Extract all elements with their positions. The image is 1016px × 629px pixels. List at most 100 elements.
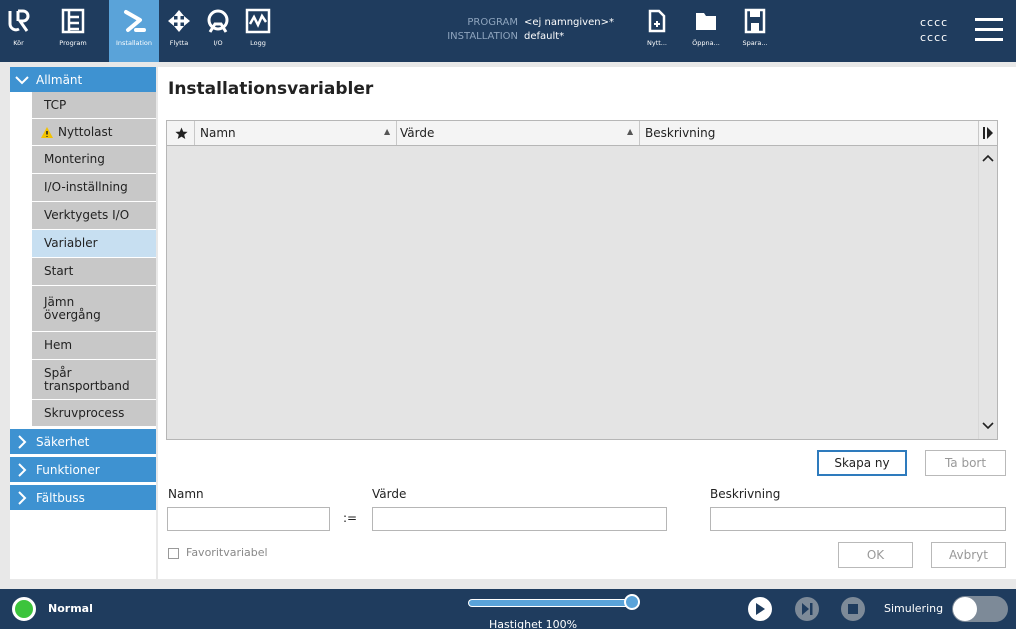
main-panel: Installationsvariabler Namn ▲ Värde ▲ Be… [158, 67, 1016, 579]
nav-move[interactable]: Flytta [160, 0, 198, 62]
sort-asc-icon[interactable]: ▲ [627, 127, 633, 136]
save-icon [744, 8, 766, 34]
collapse-panel-icon[interactable] [983, 121, 993, 145]
open-label: Öppna... [692, 39, 720, 47]
sidebar-item-mounting[interactable]: Montering [32, 146, 156, 174]
sidebar-item-label: Start [44, 264, 74, 278]
nav-log[interactable]: Logg [238, 0, 278, 62]
program-name: <ej namngiven>* [524, 17, 614, 28]
name-input[interactable] [167, 507, 330, 531]
new-button[interactable]: Nytt... [636, 0, 678, 62]
sidebar-item-label: Nyttolast [58, 124, 113, 139]
table-scrollbar[interactable] [978, 146, 997, 439]
create-new-button[interactable]: Skapa ny [817, 450, 907, 476]
nav-log-label: Logg [250, 39, 266, 47]
nav-io-label: I/O [213, 39, 223, 47]
play-button[interactable] [748, 597, 772, 621]
chevron-right-icon [14, 462, 30, 477]
sidebar-item-conveyor-tracking[interactable]: Spår transportband [32, 360, 156, 400]
robot-line-1: cccc [920, 16, 949, 29]
nav-run-label: Kör [13, 39, 24, 47]
delete-button[interactable]: Ta bort [925, 450, 1006, 476]
nav-program[interactable]: Program [38, 0, 108, 62]
description-field-label: Beskrivning [710, 487, 781, 501]
assign-operator: := [343, 511, 358, 525]
sidebar-item-startup[interactable]: Start [32, 258, 156, 286]
nav-move-label: Flytta [169, 39, 189, 47]
installation-arm-icon [124, 10, 146, 32]
open-button[interactable]: Öppna... [685, 0, 727, 62]
sidebar-item-tcp[interactable]: TCP [32, 92, 156, 119]
favorite-checkbox[interactable] [168, 548, 179, 559]
section-fieldbus-label: Fältbuss [36, 490, 85, 505]
speed-label: Hastighet 100% [489, 618, 578, 629]
io-icon [207, 9, 229, 33]
step-button[interactable] [795, 597, 819, 621]
scroll-down-icon[interactable] [982, 422, 994, 430]
sidebar-item-label: I/O-inställning [44, 180, 128, 194]
value-input[interactable] [372, 507, 667, 531]
section-fieldbus[interactable]: Fältbuss [10, 485, 156, 510]
play-icon [756, 603, 765, 615]
sidebar-item-label: Verktygets I/O [44, 208, 130, 222]
column-name-header[interactable]: Namn [200, 121, 236, 145]
speed-slider-knob[interactable] [624, 594, 640, 610]
section-general[interactable]: Allmänt [10, 67, 156, 92]
nav-io[interactable]: I/O [199, 0, 237, 62]
nav-installation-label: Installation [115, 39, 152, 47]
sidebar-item-label: Spår transportband [44, 365, 130, 393]
robot-line-2: cccc [920, 31, 949, 44]
sidebar-item-home[interactable]: Hem [32, 332, 156, 360]
value-field-label: Värde [372, 487, 407, 501]
sidebar-item-io-setup[interactable]: I/O-inställning [32, 174, 156, 202]
program-tree-icon [61, 8, 85, 34]
warning-icon [41, 126, 53, 138]
robot-status-indicator[interactable] [12, 597, 36, 621]
page-title: Installationsvariabler [168, 79, 374, 99]
move-arrows-icon [168, 10, 190, 32]
log-graph-icon [245, 8, 271, 34]
favorite-star-icon[interactable] [175, 121, 195, 145]
sidebar-item-payload[interactable]: Nyttolast [32, 119, 156, 146]
cancel-button[interactable]: Avbryt [931, 542, 1006, 568]
ok-button[interactable]: OK [838, 542, 913, 568]
sort-asc-icon[interactable]: ▲ [384, 127, 390, 136]
stop-button[interactable] [841, 597, 865, 621]
section-features[interactable]: Funktioner [10, 457, 156, 482]
new-label: Nytt... [646, 39, 667, 47]
program-info: PROGRAM <ej namngiven>* INSTALLATION defau… [440, 16, 614, 44]
scroll-up-icon[interactable] [982, 154, 994, 162]
sidebar-item-smooth-transition[interactable]: Jämn övergång [32, 286, 156, 332]
sidebar-item-tool-io[interactable]: Verktygets I/O [32, 202, 156, 230]
bottom-bar: Normal Hastighet 100% Simulering [0, 589, 1016, 629]
stop-icon [848, 604, 858, 614]
sidebar-item-screwdriving[interactable]: Skruvprocess [32, 400, 156, 427]
column-value-header[interactable]: Värde [400, 121, 434, 145]
sidebar-item-variables[interactable]: Variabler [32, 230, 156, 258]
description-input[interactable] [710, 507, 1006, 531]
section-safety[interactable]: Säkerhet [10, 429, 156, 454]
nav-run[interactable]: Kör [0, 0, 37, 62]
speed-slider-track[interactable] [468, 599, 632, 607]
sidebar-item-label: TCP [44, 97, 67, 112]
nav-installation[interactable]: Installation [109, 0, 159, 62]
table-header: Namn ▲ Värde ▲ Beskrivning [167, 121, 997, 146]
save-label: Spara... [742, 39, 768, 47]
section-features-label: Funktioner [36, 462, 100, 477]
sidebar-item-label: Skruvprocess [44, 405, 125, 420]
simulation-toggle[interactable] [952, 596, 1008, 622]
toggle-knob [953, 597, 977, 621]
section-general-label: Allmänt [36, 72, 83, 87]
nav-program-label: Program [59, 39, 87, 47]
chevron-down-icon [14, 75, 30, 85]
robot-status-text: Normal [48, 602, 93, 615]
program-key: PROGRAM [467, 17, 518, 28]
column-description-header[interactable]: Beskrivning [645, 121, 715, 145]
sidebar-item-label: Jämn övergång [44, 294, 101, 322]
favorite-checkbox-label: Favoritvariabel [186, 546, 268, 559]
installation-key: INSTALLATION [447, 31, 518, 42]
save-button[interactable]: Spara... [734, 0, 776, 62]
robot-identifier: cccc cccc [920, 15, 948, 45]
chevron-right-icon [14, 490, 30, 505]
hamburger-menu-icon[interactable] [975, 18, 1003, 42]
